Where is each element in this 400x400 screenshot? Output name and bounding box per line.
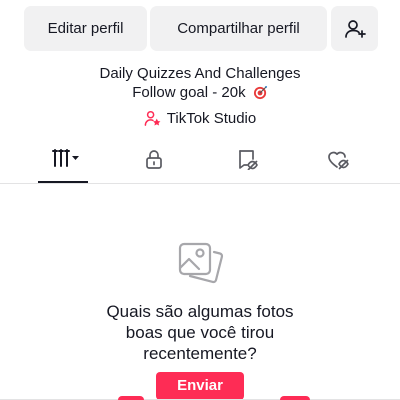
grid-lines-dropdown-icon xyxy=(52,149,79,167)
photos-icon xyxy=(178,242,224,284)
tiktok-studio-link[interactable]: TikTok Studio xyxy=(0,110,400,127)
empty-state-line-2: boas que você tirou xyxy=(125,323,275,342)
tiktok-studio-label: TikTok Studio xyxy=(166,110,257,127)
heart-hidden-icon xyxy=(328,151,349,170)
edit-profile-button[interactable]: Editar perfil xyxy=(24,6,147,51)
bio-line-2-text: Follow goal - 20k xyxy=(132,84,246,101)
tab-liked[interactable] xyxy=(322,148,354,182)
tabs-divider xyxy=(0,183,400,184)
bio-line-2: Follow goal - 20k xyxy=(0,84,400,101)
empty-state-line-1: Quais são algumas fotos xyxy=(106,302,294,321)
nav-item-hint-left xyxy=(118,396,144,400)
empty-state-line-3: recentemente? xyxy=(143,344,257,363)
studio-person-star-icon xyxy=(144,110,161,126)
photos-icon-wrapper xyxy=(178,240,224,291)
add-friend-button[interactable] xyxy=(331,6,378,51)
share-profile-button[interactable]: Compartilhar perfil xyxy=(150,6,327,51)
target-icon xyxy=(253,85,267,100)
bio-line-1: Daily Quizzes And Challenges xyxy=(99,65,301,82)
person-plus-icon xyxy=(344,19,366,38)
nav-item-hint-right xyxy=(280,396,310,400)
tab-private[interactable] xyxy=(138,148,170,182)
lock-icon xyxy=(146,150,162,169)
tab-grid[interactable] xyxy=(38,148,88,182)
upload-button[interactable]: Enviar xyxy=(156,372,244,400)
tab-reposts[interactable] xyxy=(231,148,263,182)
repost-hidden-icon xyxy=(239,150,258,170)
empty-state-message: Quais são algumas fotos boas que você ti… xyxy=(0,301,400,364)
